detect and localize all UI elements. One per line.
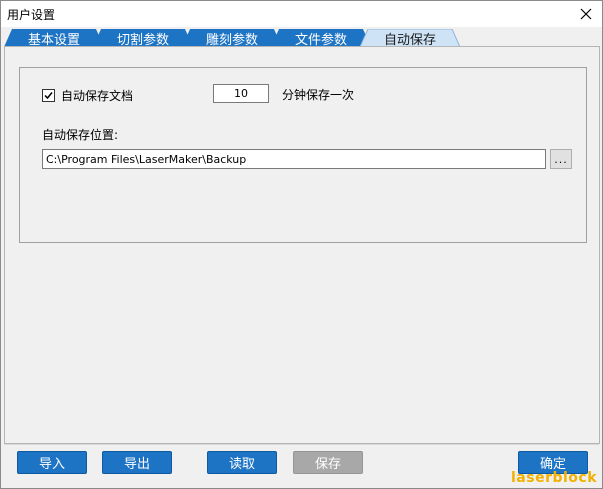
tab-basic-settings[interactable]: 基本设置 [4, 29, 104, 48]
tab-auto-save[interactable]: 自动保存 [360, 29, 460, 48]
close-button[interactable] [570, 1, 602, 27]
browse-button[interactable]: ... [550, 149, 572, 169]
auto-save-checkbox[interactable] [42, 89, 55, 102]
export-button[interactable]: 导出 [102, 451, 172, 474]
tab-content-panel: 自动保存文档 10 分钟保存一次 自动保存位置: C:\Program File… [4, 46, 600, 444]
tab-label: 雕刻参数 [205, 32, 258, 48]
tab-engraving-params[interactable]: 雕刻参数 [182, 29, 282, 48]
tab-label: 文件参数 [294, 32, 347, 48]
tab-label: 切割参数 [116, 32, 169, 48]
save-location-label: 自动保存位置: [42, 128, 119, 142]
save-interval-input[interactable]: 10 [213, 84, 269, 103]
auto-save-group: 自动保存文档 10 分钟保存一次 自动保存位置: C:\Program File… [19, 67, 587, 243]
read-button[interactable]: 读取 [207, 451, 277, 474]
watermark-logo: laserblock [511, 470, 598, 486]
tab-label: 基本设置 [27, 32, 80, 48]
check-icon [44, 92, 53, 100]
auto-save-toggle[interactable]: 自动保存文档 [42, 87, 133, 104]
tab-file-params[interactable]: 文件参数 [271, 29, 371, 48]
tab-strip: 基本设置 切割参数 雕刻参数 文件参数 自动保存 [1, 27, 602, 48]
import-button[interactable]: 导入 [17, 451, 87, 474]
user-settings-dialog: 用户设置 基本设置 切割参数 雕刻参数 文件参数 自动保存 自动保存文档 10 … [0, 0, 603, 489]
save-location-input[interactable]: C:\Program Files\LaserMaker\Backup [42, 149, 546, 169]
window-title: 用户设置 [7, 8, 56, 22]
footer-divider [4, 444, 599, 445]
tab-label: 自动保存 [383, 32, 436, 48]
close-icon [580, 8, 592, 20]
auto-save-label: 自动保存文档 [61, 89, 134, 103]
save-button[interactable]: 保存 [293, 451, 363, 474]
title-bar: 用户设置 [1, 1, 602, 27]
tab-cutting-params[interactable]: 切割参数 [93, 29, 193, 48]
save-interval-suffix: 分钟保存一次 [282, 88, 355, 102]
